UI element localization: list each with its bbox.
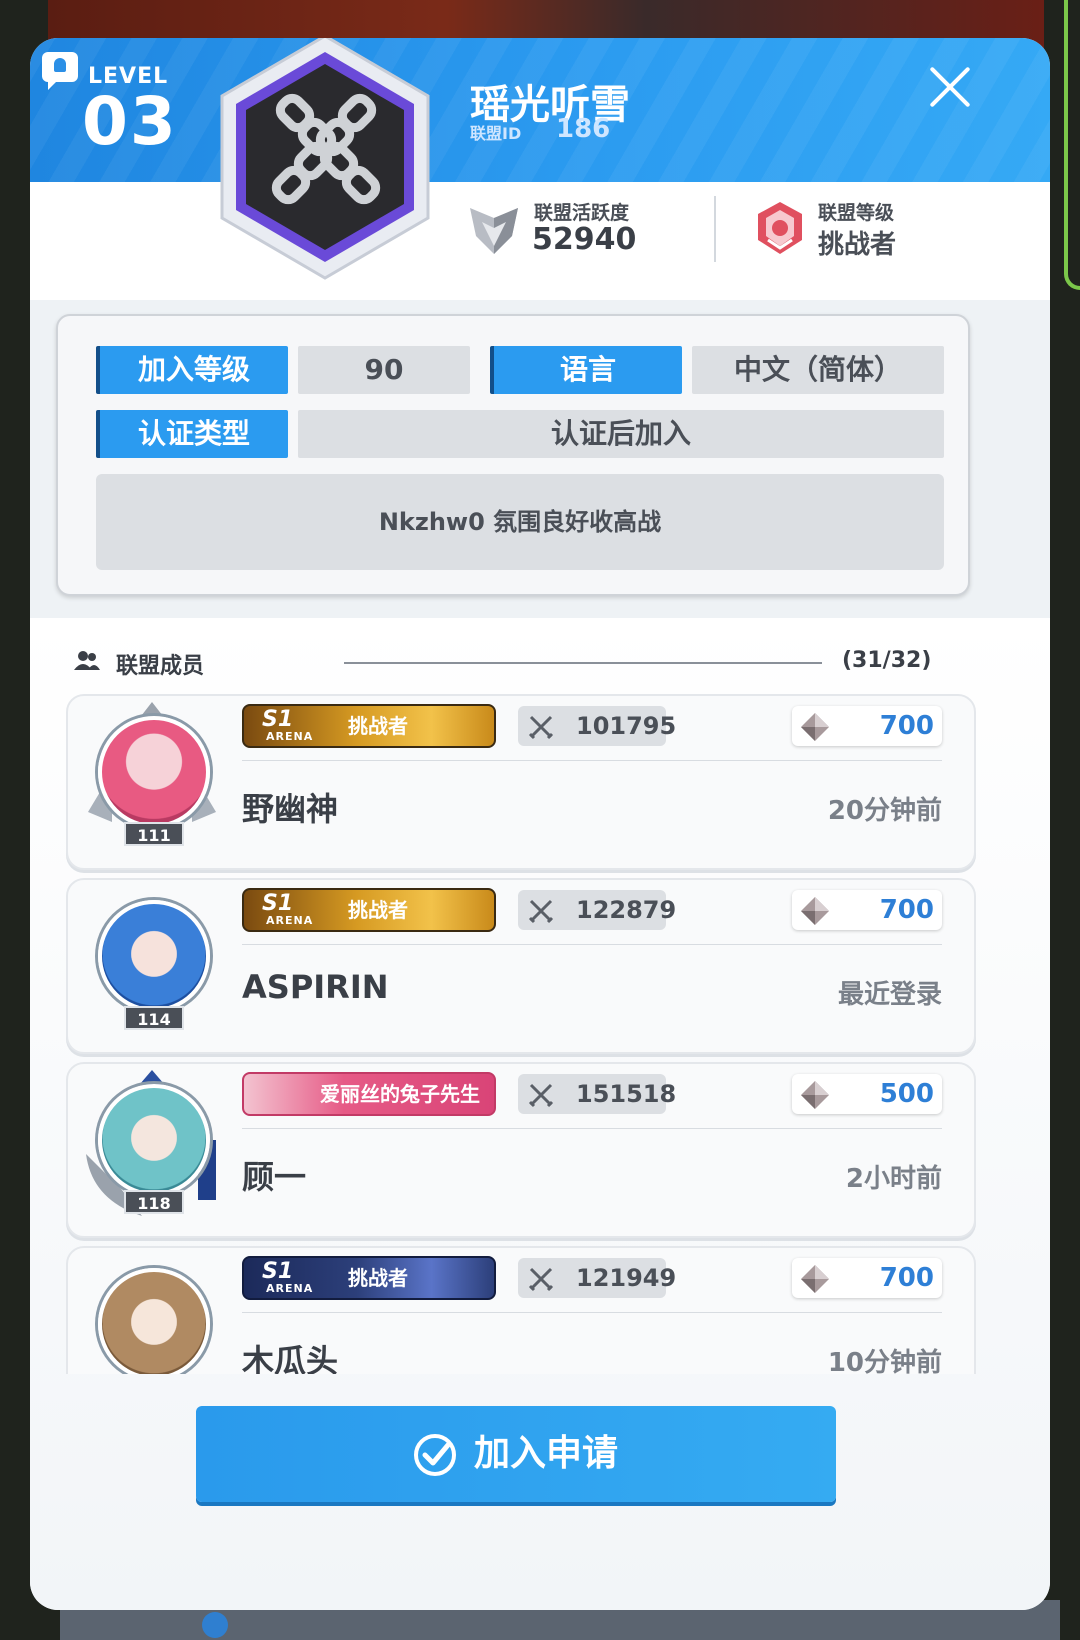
crossed-swords-icon: [528, 1083, 554, 1108]
badge-label: 挑战者: [348, 898, 408, 922]
combat-power-box: 101795: [518, 706, 677, 746]
member-list[interactable]: 111 S1 ARENA 挑战者 101795 700 野幽神 20分钟前 11…: [30, 694, 1050, 1374]
contribution-value: 500: [879, 1079, 934, 1109]
member-card[interactable]: 111 S1 ARENA 挑战者 101795 700 野幽神 20分钟前: [66, 694, 976, 870]
badge-label: 挑战者: [348, 714, 408, 738]
combat-power: 122879: [576, 896, 677, 924]
join-level-value: 90: [298, 346, 470, 394]
last-login: 2小时前: [845, 1164, 942, 1194]
last-login: 20分钟前: [827, 796, 942, 826]
language-label: 语言: [490, 346, 682, 394]
title-badge: 爱丽丝的兔子先生: [242, 1072, 496, 1116]
combat-power-box: 151518: [518, 1074, 677, 1114]
member-name: 野幽神: [242, 790, 339, 828]
last-login: 10分钟前: [827, 1348, 942, 1374]
crossed-swords-icon: [528, 899, 554, 924]
activity-shield-icon: [470, 208, 518, 254]
member-level: 111: [124, 822, 184, 846]
rank-label: 联盟等级: [818, 202, 895, 224]
combat-power: 101795: [576, 712, 677, 740]
guild-description: Nkzhw0 氛围良好收高战: [96, 474, 944, 570]
contribution-box: 700: [792, 1258, 942, 1298]
contribution-value: 700: [879, 711, 934, 741]
guild-id-label: 联盟ID: [470, 124, 522, 143]
close-button[interactable]: [926, 62, 974, 110]
member-avatar[interactable]: [82, 1254, 222, 1374]
members-icon: [74, 651, 100, 670]
background-bottom-icon: [202, 1612, 228, 1638]
activity-label: 联盟活跃度: [534, 202, 630, 224]
members-title: 联盟成员: [116, 654, 205, 679]
diamond-icon: [801, 1081, 829, 1109]
combat-power-box: 122879: [518, 890, 677, 930]
member-card[interactable]: 114 S1 ARENA 挑战者 122879 700 ASPIRIN 最近登录: [66, 878, 976, 1054]
card-divider: [242, 944, 942, 945]
stats-divider: [714, 196, 716, 262]
join-request-button[interactable]: 加入申请: [196, 1406, 836, 1502]
arena-badge: S1 ARENA 挑战者: [242, 1256, 496, 1300]
auth-type-value: 认证后加入: [298, 410, 944, 458]
activity-value: 52940: [532, 222, 637, 257]
join-level-label: 加入等级: [96, 346, 288, 394]
card-divider: [242, 760, 942, 761]
guild-emblem-icon: [220, 38, 430, 280]
badge-label: 爱丽丝的兔子先生: [320, 1082, 480, 1106]
contribution-box: 700: [792, 890, 942, 930]
contribution-value: 700: [879, 895, 934, 925]
members-divider: [344, 662, 822, 664]
last-login: 最近登录: [837, 980, 942, 1010]
card-divider: [242, 1312, 942, 1313]
member-avatar[interactable]: 111: [82, 702, 222, 852]
diamond-icon: [801, 1265, 829, 1293]
contribution-box: 700: [792, 706, 942, 746]
arena-badge: S1 ARENA 挑战者: [242, 888, 496, 932]
member-level: 114: [124, 1006, 184, 1030]
crossed-swords-icon: [528, 1267, 554, 1292]
guild-info-box: 加入等级 90 语言 中文（简体） 认证类型 认证后加入 Nkzhw0 氛围良好…: [56, 314, 970, 596]
background-frame-edge: [1064, 0, 1080, 290]
members-count: (31/32): [842, 648, 932, 673]
member-avatar[interactable]: 118: [82, 1070, 222, 1220]
avatar-portrait: [98, 900, 210, 1012]
chat-bubble-icon[interactable]: [42, 52, 78, 90]
rank-value: 挑战者: [818, 230, 897, 260]
member-avatar[interactable]: 114: [82, 886, 222, 1036]
guild-detail-panel: LEVEL 03 瑶光听雪 联盟ID 186 联盟活跃度 52940 联盟等级 …: [30, 38, 1050, 1610]
join-request-label: 加入申请: [474, 1433, 619, 1474]
combat-power: 121949: [576, 1264, 677, 1292]
combat-power: 151518: [576, 1080, 677, 1108]
member-card[interactable]: S1 ARENA 挑战者 121949 700 木瓜头 10分钟前: [66, 1246, 976, 1374]
crossed-swords-icon: [528, 715, 554, 740]
guild-id: 186: [556, 114, 611, 144]
badge-label: 挑战者: [348, 1266, 408, 1290]
avatar-portrait: [98, 716, 210, 828]
auth-type-label: 认证类型: [96, 410, 288, 458]
contribution-value: 700: [879, 1263, 934, 1293]
contribution-box: 500: [792, 1074, 942, 1114]
card-divider: [242, 1128, 942, 1129]
diamond-icon: [801, 713, 829, 741]
diamond-icon: [801, 897, 829, 925]
rank-emblem-icon: [758, 202, 802, 254]
member-card[interactable]: 118 爱丽丝的兔子先生 151518 500 顾一 2小时前: [66, 1062, 976, 1238]
member-name: ASPIRIN: [242, 968, 389, 1006]
member-level: 118: [124, 1190, 184, 1214]
member-name: 顾一: [242, 1158, 307, 1196]
avatar-portrait: [98, 1268, 210, 1374]
check-circle-icon: [414, 1434, 456, 1476]
arena-badge: S1 ARENA 挑战者: [242, 704, 496, 748]
language-value: 中文（简体）: [692, 346, 944, 394]
guild-level: 03: [82, 83, 178, 160]
avatar-portrait: [98, 1084, 210, 1196]
member-name: 木瓜头: [242, 1342, 339, 1374]
combat-power-box: 121949: [518, 1258, 677, 1298]
